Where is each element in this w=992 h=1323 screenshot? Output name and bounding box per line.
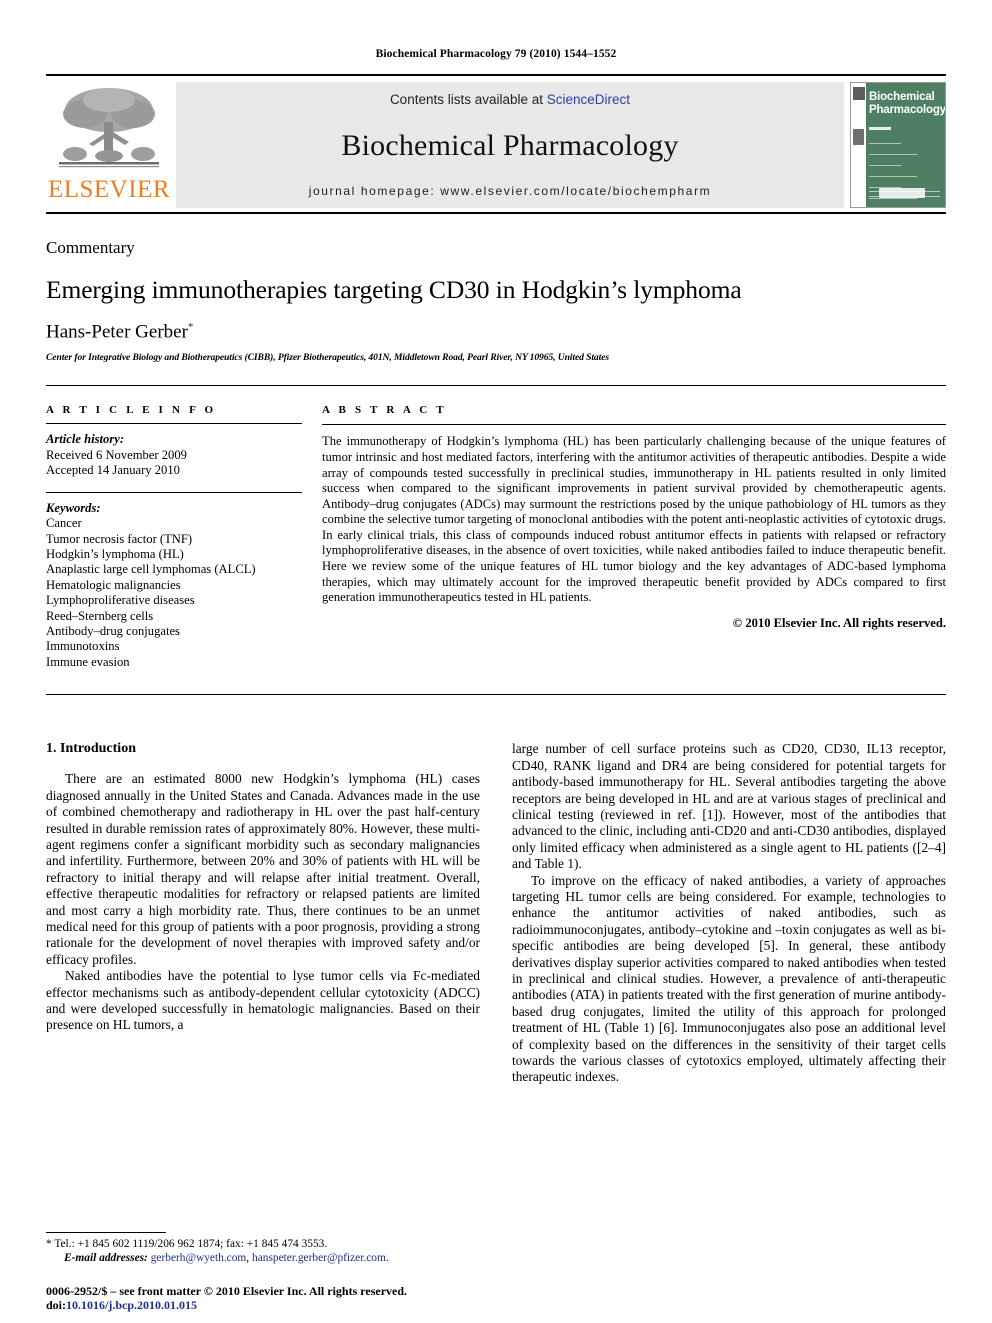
article-title: Emerging immunotherapies targeting CD30 … (46, 275, 742, 304)
abstract-text: The immunotherapy of Hodgkin’s lymphoma … (322, 434, 946, 605)
journal-cover-thumbnail: Biochemical Pharmacology (850, 82, 946, 208)
keyword-item: Hodgkin’s lymphoma (HL) (46, 547, 184, 562)
email-link-1[interactable]: gerberh@wyeth.com (151, 1252, 247, 1264)
elsevier-logo: ELSEVIER (46, 82, 172, 208)
abstract-copyright: © 2010 Elsevier Inc. All rights reserved… (732, 615, 946, 630)
running-head: Biochemical Pharmacology 79 (2010) 1544–… (375, 48, 617, 60)
article-received-date: Received 6 November 2009 (46, 447, 187, 462)
journal-homepage[interactable]: journal homepage: www.elsevier.com/locat… (309, 184, 712, 198)
cover-title-line-2: Pharmacology (869, 103, 946, 116)
paragraph: To improve on the efficacy of naked anti… (512, 872, 946, 1085)
doi-link[interactable]: 10.1016/j.bcp.2010.01.015 (66, 1298, 197, 1312)
keywords-label: Keywords: (46, 500, 101, 515)
journal-band: Contents lists available at ScienceDirec… (176, 82, 844, 208)
keyword-item: Immune evasion (46, 654, 130, 669)
email-addresses-label: E-mail addresses: (64, 1252, 148, 1264)
article-history-block: Article history: Received 6 November 200… (46, 432, 302, 479)
cover-journal-title: Biochemical Pharmacology (869, 91, 946, 116)
paper-page: Biochemical Pharmacology 79 (2010) 1544–… (0, 0, 992, 1323)
email-link-2[interactable]: hanspeter.gerber@pfizer.com (252, 1252, 386, 1264)
article-accepted-date: Accepted 14 January 2010 (46, 463, 180, 478)
sciencedirect-link[interactable]: ScienceDirect (547, 92, 630, 107)
keyword-item: Immunotoxins (46, 639, 120, 654)
article-info-heading: A R T I C L E I N F O (46, 404, 217, 417)
body-left-column: 1. Introduction There are an estimated 8… (46, 741, 480, 1086)
article-info-column: A R T I C L E I N F O Article history: R… (46, 404, 318, 670)
journal-title: Biochemical Pharmacology (341, 128, 679, 162)
email-period: . (385, 1252, 389, 1264)
cover-rule (869, 127, 891, 130)
abstract-rule (322, 424, 946, 426)
abstract-bottom-divider (46, 694, 946, 696)
footnote-rule (46, 1232, 166, 1233)
cover-title-line-1: Biochemical (869, 91, 935, 103)
abstract-heading: A B S T R A C T (322, 404, 447, 417)
footnote-email-line: E-mail addresses: gerberh@wyeth.com, han… (46, 1251, 471, 1265)
issn-line: 0006-2952/$ – see front matter © 2010 El… (46, 1283, 408, 1298)
keyword-item: Anaplastic large cell lymphomas (ALCL) (46, 562, 256, 577)
contents-available-line: Contents lists available at ScienceDirec… (390, 92, 630, 107)
author-name: Hans-Peter Gerber (46, 321, 188, 343)
keyword-item: Cancer (46, 516, 82, 531)
author-correspondence-marker: * (187, 321, 194, 333)
keyword-item: Tumor necrosis factor (TNF) (46, 531, 193, 546)
cover-publisher-mark-icon (853, 87, 865, 100)
elsevier-wordmark: ELSEVIER (47, 176, 171, 203)
elsevier-tree-icon (59, 88, 159, 168)
masthead-bottom-rule (46, 212, 946, 214)
doi-label: doi: (46, 1298, 67, 1313)
article-author: Hans-Peter Gerber* (46, 321, 946, 343)
keyword-item: Hematologic malignancies (46, 577, 181, 592)
cover-sciencedirect-logo-icon (879, 188, 925, 198)
article-header: Commentary Emerging immunotherapies targ… (46, 238, 946, 363)
body-right-column: large number of cell surface proteins su… (512, 741, 946, 1086)
header-divider (46, 385, 946, 387)
section-heading-introduction: 1. Introduction (46, 741, 136, 757)
footnote-area: * Tel.: +1 845 602 1119/206 962 1874; fa… (46, 1232, 471, 1265)
paragraph: large number of cell surface proteins su… (512, 741, 946, 872)
info-abstract-section: A R T I C L E I N F O Article history: R… (46, 404, 946, 670)
body-columns: 1. Introduction There are an estimated 8… (46, 741, 946, 1086)
doi-line: doi:10.1016/j.bcp.2010.01.015 (46, 1298, 476, 1313)
cover-left-bar (851, 83, 866, 207)
footnote-contact-line: * Tel.: +1 845 602 1119/206 962 1874; fa… (46, 1238, 328, 1250)
cover-secondary-mark-icon (853, 129, 864, 145)
keywords-block: Keywords: Cancer Tumor necrosis factor (… (46, 501, 302, 670)
keyword-item: Reed–Sternberg cells (46, 608, 154, 623)
keyword-item: Antibody–drug conjugates (46, 624, 180, 639)
article-affiliation: Center for Integrative Biology and Bioth… (46, 352, 609, 364)
keyword-item: Lymphoproliferative diseases (46, 593, 195, 608)
article-type: Commentary (46, 238, 135, 257)
article-history-label: Article history: (46, 432, 125, 447)
keywords-rule (46, 491, 302, 493)
journal-masthead: ELSEVIER Contents lists available at Sci… (46, 74, 946, 214)
issn-copyright-block: 0006-2952/$ – see front matter © 2010 El… (46, 1284, 476, 1313)
article-info-rule (46, 423, 302, 425)
contents-prefix: Contents lists available at (389, 92, 547, 107)
paragraph: There are an estimated 8000 new Hodgkin’… (46, 771, 480, 967)
abstract-column: A B S T R A C T The immunotherapy of Hod… (318, 404, 946, 670)
paragraph: Naked antibodies have the potential to l… (46, 968, 480, 1033)
